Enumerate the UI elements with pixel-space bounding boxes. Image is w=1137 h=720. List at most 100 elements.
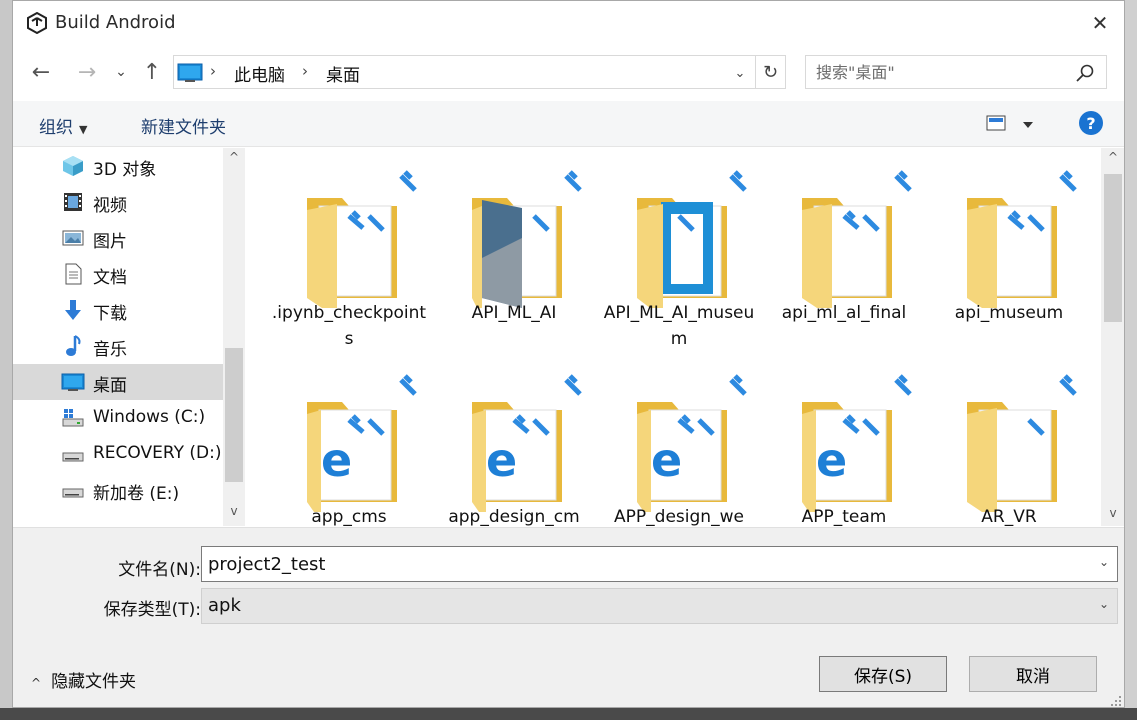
scroll-down-icon[interactable]: v: [223, 504, 245, 524]
sidebar-item-desktop[interactable]: 桌面: [13, 364, 223, 400]
sidebar-item-drive-d[interactable]: RECOVERY (D:): [13, 436, 223, 472]
close-button[interactable]: ✕: [1077, 3, 1123, 43]
unity-logo-icon: [27, 12, 47, 34]
file-item[interactable]: e APP_team: [764, 352, 924, 526]
filename-input[interactable]: [208, 553, 1088, 575]
folder-edge-icon: e: [472, 374, 582, 512]
scroll-up-icon[interactable]: ^: [223, 150, 245, 170]
filetype-value: apk: [208, 595, 241, 616]
hide-folders-toggle[interactable]: ^ 隐藏文件夹: [31, 667, 137, 692]
file-name: app_design_cm: [448, 507, 580, 526]
breadcrumb-this-pc[interactable]: 此电脑: [234, 61, 285, 86]
command-toolbar: 组织 ▼ 新建文件夹 ?: [13, 101, 1124, 147]
folder-icon: [802, 170, 912, 308]
scrollbar-thumb[interactable]: [225, 348, 243, 482]
address-dropdown-button[interactable]: ⌄: [729, 62, 751, 84]
organize-label: 组织: [39, 118, 73, 138]
file-list-scrollbar[interactable]: ^ v: [1101, 148, 1124, 526]
sidebar-item-3d-objects[interactable]: 3D 对象: [13, 148, 223, 184]
sidebar-item-drive-c[interactable]: Windows (C:): [13, 400, 223, 436]
file-name: api_museum: [954, 303, 1064, 323]
scroll-down-icon[interactable]: v: [1101, 506, 1124, 526]
chevron-down-icon[interactable]: ⌄: [1094, 555, 1114, 575]
file-item[interactable]: API_ML_AI_museum: [599, 148, 759, 349]
windows-drive-icon: [62, 409, 84, 427]
chevron-up-icon: ^: [31, 676, 42, 690]
breadcrumb-separator[interactable]: ›: [302, 62, 308, 80]
sidebar-item-label: 视频: [93, 196, 127, 216]
scrollbar-thumb[interactable]: [1104, 174, 1122, 322]
sidebar-item-documents[interactable]: 文档: [13, 256, 223, 292]
background-left-strip: [0, 0, 12, 720]
file-item[interactable]: api_ml_al_final: [764, 148, 924, 348]
file-item[interactable]: API_ML_AI: [434, 148, 594, 348]
file-item[interactable]: api_museum: [929, 148, 1089, 348]
resize-grip-icon[interactable]: [1109, 694, 1123, 708]
file-name: AR_VR: [981, 507, 1037, 526]
search-box: [805, 55, 1107, 89]
search-icon[interactable]: [1074, 62, 1096, 84]
refresh-button[interactable]: ↻: [756, 55, 786, 89]
filename-label: 文件名(N):: [118, 560, 201, 580]
chevron-down-icon: ⌄: [734, 65, 746, 81]
file-name: app_cms: [311, 507, 387, 526]
svg-text:e: e: [486, 433, 517, 487]
window-title: Build Android: [55, 12, 176, 33]
sidebar-item-label: 桌面: [93, 376, 127, 396]
file-item[interactable]: e APP_design_we: [599, 352, 759, 526]
background-right-strip: [1125, 0, 1137, 720]
up-button[interactable]: ↑: [139, 57, 165, 87]
folder-icon: [967, 374, 1077, 512]
scroll-up-icon[interactable]: ^: [1101, 150, 1124, 170]
recent-locations-button[interactable]: ⌄: [111, 57, 131, 87]
navigation-pane: 3D 对象 视频 图片 文档 下载 音乐 桌面 Windows (C:) REC…: [13, 148, 223, 526]
search-input[interactable]: [816, 61, 1066, 83]
svg-text:e: e: [816, 433, 847, 487]
new-folder-button[interactable]: 新建文件夹: [141, 113, 226, 138]
title-bar: Build Android ✕: [13, 1, 1124, 45]
folder-icon: [967, 170, 1077, 308]
music-icon: [66, 335, 81, 356]
filetype-select[interactable]: apk ⌄: [201, 588, 1118, 624]
sidebar-item-label: 音乐: [93, 340, 127, 360]
sidebar-item-video[interactable]: 视频: [13, 184, 223, 220]
video-icon: [64, 193, 82, 211]
save-form: 文件名(N): ⌄ 保存类型(T): apk ⌄ ^ 隐藏文件夹 保存(S) 取消: [13, 527, 1124, 708]
folder-blue-doc-icon: [637, 170, 747, 308]
cancel-button[interactable]: 取消: [969, 656, 1097, 692]
sidebar-item-label: 下载: [93, 304, 127, 324]
sidebar-item-music[interactable]: 音乐: [13, 328, 223, 364]
navigation-pane-scrollbar[interactable]: ^ v: [223, 148, 245, 526]
file-list: .ipynb_checkpoints API_ML_AI API_ML_AI_m…: [249, 148, 1101, 526]
help-button[interactable]: ?: [1079, 111, 1103, 135]
sidebar-item-label: RECOVERY (D:): [93, 443, 222, 463]
view-options-icon[interactable]: [985, 113, 1039, 135]
computer-icon: [177, 63, 203, 82]
file-item[interactable]: e app_cms: [269, 352, 429, 526]
save-button[interactable]: 保存(S): [819, 656, 947, 692]
hide-folders-label: 隐藏文件夹: [51, 672, 137, 692]
svg-text:e: e: [321, 433, 352, 487]
address-bar[interactable]: › 此电脑 › 桌面 ⌄: [173, 55, 756, 89]
drive-icon: [62, 452, 84, 462]
documents-icon: [65, 263, 82, 285]
breadcrumb-separator[interactable]: ›: [210, 62, 216, 80]
download-icon: [65, 300, 81, 320]
file-item[interactable]: AR_VR: [929, 352, 1089, 526]
sidebar-item-drive-e[interactable]: 新加卷 (E:): [13, 472, 223, 508]
file-name: api_ml_al_final: [781, 303, 907, 323]
file-item[interactable]: e app_design_cm: [434, 352, 594, 526]
sidebar-item-pictures[interactable]: 图片: [13, 220, 223, 256]
folder-edge-icon: e: [307, 374, 417, 512]
forward-button[interactable]: →: [73, 57, 101, 87]
sidebar-item-label: Windows (C:): [93, 407, 206, 427]
back-button[interactable]: ←: [27, 57, 55, 87]
back-arrow-icon: ←: [31, 59, 51, 85]
drive-icon: [62, 488, 84, 498]
file-item[interactable]: .ipynb_checkpoints: [269, 148, 429, 349]
file-name: APP_design_we: [614, 507, 744, 526]
3d-objects-icon: [63, 156, 83, 176]
breadcrumb-desktop[interactable]: 桌面: [326, 61, 360, 86]
sidebar-item-downloads[interactable]: 下载: [13, 292, 223, 328]
organize-button[interactable]: 组织 ▼: [39, 113, 87, 138]
